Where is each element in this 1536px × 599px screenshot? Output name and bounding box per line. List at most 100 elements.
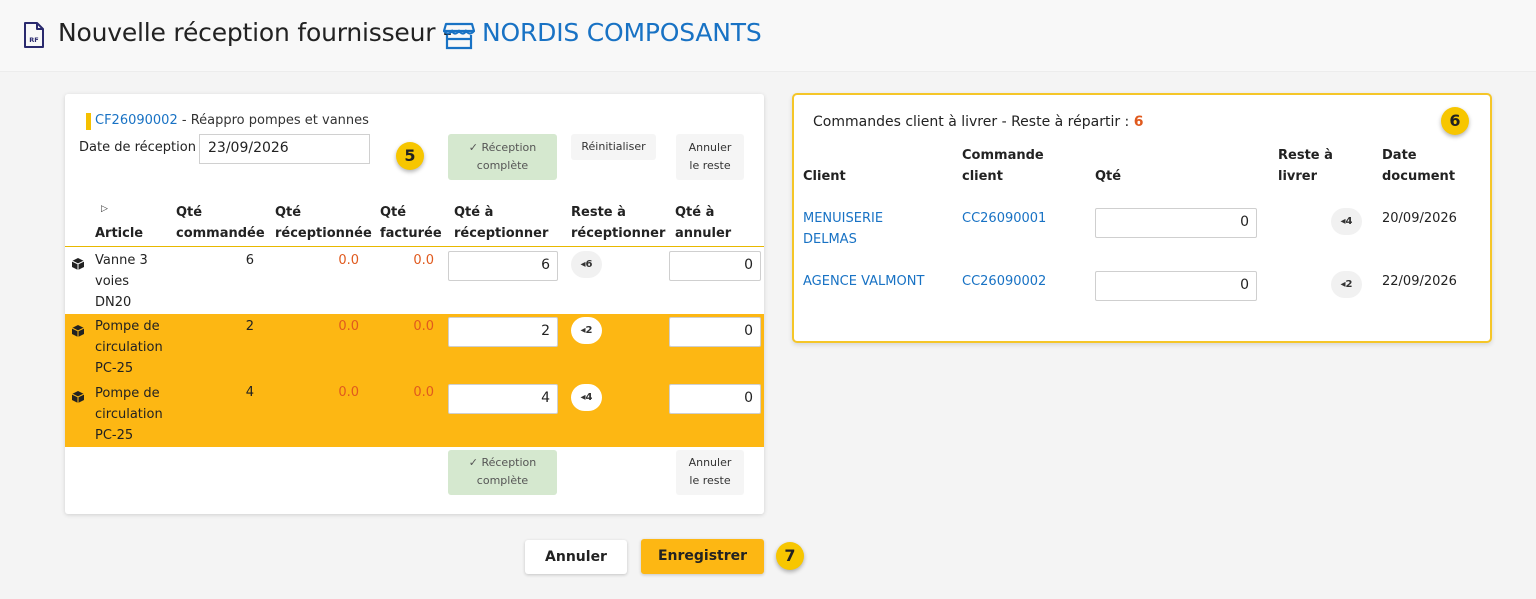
reste-pill[interactable]: ◂2	[571, 317, 602, 344]
reste-pill[interactable]: ◂4	[571, 384, 602, 411]
col-reste-a-receptionner: Reste à réceptionner	[571, 202, 665, 244]
article-name-l1: Vanne 3	[95, 253, 148, 268]
client-qte-input[interactable]: 0	[1095, 271, 1257, 301]
order-code-link[interactable]: CF26090002	[95, 113, 178, 128]
qte-a-receptionner-input[interactable]: 4	[448, 384, 558, 414]
article-name: Pompe de circulation PC-25	[95, 383, 173, 446]
cancel-rest-button[interactable]: Annuler le reste	[676, 134, 744, 180]
article-name-l2: circulation	[95, 340, 163, 355]
reception-date-input[interactable]: 23/09/2026	[199, 134, 370, 164]
client-date: 22/09/2026	[1382, 274, 1457, 289]
order-line: CF26090002 - Réappro pompes et vannes	[95, 113, 369, 128]
client-date: 20/09/2026	[1382, 211, 1457, 226]
col-date-l1: Date	[1382, 148, 1417, 163]
step-badge-7: 7	[776, 542, 804, 570]
article-name-l3: DN20	[95, 295, 132, 310]
client-name-link[interactable]: AGENCE VALMONT	[803, 271, 924, 292]
cancel-rest-label-2: le reste	[689, 474, 731, 487]
qte-receptionnee: 0.0	[338, 319, 359, 334]
qte-facturee: 0.0	[413, 385, 434, 400]
cancel-rest-label-1: Annuler	[688, 141, 732, 154]
qte-facturee: 0.0	[413, 319, 434, 334]
client-qte-input[interactable]: 0	[1095, 208, 1257, 238]
save-button[interactable]: Enregistrer	[641, 539, 764, 574]
col-client: Client	[803, 169, 846, 184]
complete-reception-label-2: complète	[476, 474, 529, 487]
col-qte-a-annuler-l2: annuler	[675, 226, 732, 241]
step-badge-5: 5	[396, 142, 424, 170]
col-qte-receptionnee-l2: réceptionnée	[275, 226, 372, 241]
reception-card: CF26090002 - Réappro pompes et vannes Da…	[65, 94, 764, 514]
qte-commandee: 6	[245, 253, 254, 268]
qte-a-annuler-input[interactable]: 0	[669, 317, 761, 347]
col-reste-livrer-l1: Reste à	[1278, 148, 1333, 163]
col-article[interactable]: Article	[95, 223, 143, 244]
table-row: Vanne 3 voies DN20 6 0.0 0.0 6 ◂6 0	[65, 247, 764, 314]
article-name-l1: Pompe de	[95, 319, 160, 334]
col-qte-receptionnee-l1: Qté	[275, 205, 302, 220]
article-name: Vanne 3 voies DN20	[95, 250, 173, 313]
qte-a-receptionner-input[interactable]: 2	[448, 317, 558, 347]
article-name-l2: voies	[95, 274, 130, 289]
client-reste-pill[interactable]: ◂2	[1331, 271, 1362, 298]
client-name-link[interactable]: MENUISERIE DELMAS	[803, 208, 883, 250]
cancel-button[interactable]: Annuler	[525, 540, 627, 574]
col-qte-receptionnee: Qté réceptionnée	[275, 202, 372, 244]
qte-receptionnee: 0.0	[338, 385, 359, 400]
reset-button[interactable]: Réinitialiser	[571, 134, 656, 160]
package-icon	[71, 258, 85, 270]
svg-text:RF: RF	[29, 36, 38, 44]
col-qte: Qté	[1095, 169, 1122, 184]
col-commande-client: Commande client	[962, 145, 1044, 187]
col-qte-facturee-l2: facturée	[380, 226, 442, 241]
client-reste-value: 4	[1345, 216, 1353, 227]
col-date-l2: document	[1382, 169, 1456, 184]
table-row: Pompe de circulation PC-25 4 0.0 0.0 4 ◂…	[65, 381, 764, 447]
col-qte-commandee: Qté commandée	[176, 202, 265, 244]
qte-a-annuler-input[interactable]: 0	[669, 251, 761, 281]
cancel-rest-label-1: Annuler	[688, 456, 732, 469]
complete-reception-label-2: complète	[476, 159, 529, 172]
col-qte-commandee-l1: Qté	[176, 205, 203, 220]
package-icon	[71, 325, 85, 337]
package-icon	[71, 391, 85, 403]
col-qte-a-receptionner: Qté à réceptionner	[454, 202, 548, 244]
table-row: Pompe de circulation PC-25 2 0.0 0.0 2 ◂…	[65, 314, 764, 381]
page-header: RF Nouvelle réception fournisseur - NORD…	[0, 0, 1536, 72]
supplier-name-link[interactable]: NORDIS COMPOSANTS	[482, 18, 762, 47]
complete-reception-button[interactable]: ✓ Réception complète	[448, 134, 557, 180]
cancel-rest-button-bottom[interactable]: Annuler le reste	[676, 450, 744, 495]
complete-reception-button-bottom[interactable]: ✓ Réception complète	[448, 450, 557, 495]
client-reste-value: 2	[1345, 279, 1353, 290]
client-name-l1: MENUISERIE	[803, 211, 884, 226]
client-order-link[interactable]: CC26090001	[962, 208, 1046, 229]
complete-reception-label-1: ✓ Réception	[468, 456, 537, 469]
article-name-l2: circulation	[95, 407, 163, 422]
client-name-l1: AGENCE VALMONT	[803, 274, 925, 289]
step-badge-6: 6	[1441, 107, 1469, 135]
document-rf-icon: RF	[24, 22, 44, 48]
qte-commandee: 2	[245, 319, 254, 334]
reste-pill[interactable]: ◂6	[571, 251, 602, 278]
store-icon	[443, 22, 475, 50]
remaining-to-distribute: 6	[1133, 114, 1144, 130]
col-qte-facturee: Qté facturée	[380, 202, 442, 244]
col-commande-l2: client	[962, 169, 1003, 184]
article-name-l3: PC-25	[95, 428, 134, 443]
client-orders-title: Commandes client à livrer - Reste à répa…	[813, 114, 1143, 130]
client-order-link[interactable]: CC26090002	[962, 271, 1046, 292]
article-name: Pompe de circulation PC-25	[95, 316, 173, 379]
col-reste-a-livrer: Reste à livrer	[1278, 145, 1333, 187]
qte-a-receptionner-input[interactable]: 6	[448, 251, 558, 281]
client-orders-title-text: Commandes client à livrer - Reste à répa…	[813, 114, 1134, 130]
qte-facturee: 0.0	[413, 253, 434, 268]
cancel-rest-label-2: le reste	[689, 159, 731, 172]
sort-triangle-icon[interactable]: ▷	[101, 204, 108, 214]
reste-value: 2	[585, 325, 593, 336]
qte-a-annuler-input[interactable]: 0	[669, 384, 761, 414]
client-reste-pill[interactable]: ◂4	[1331, 208, 1362, 235]
order-marker	[86, 113, 91, 130]
col-date-document: Date document	[1382, 145, 1455, 187]
qte-commandee: 4	[245, 385, 254, 400]
reste-value: 4	[585, 392, 593, 403]
